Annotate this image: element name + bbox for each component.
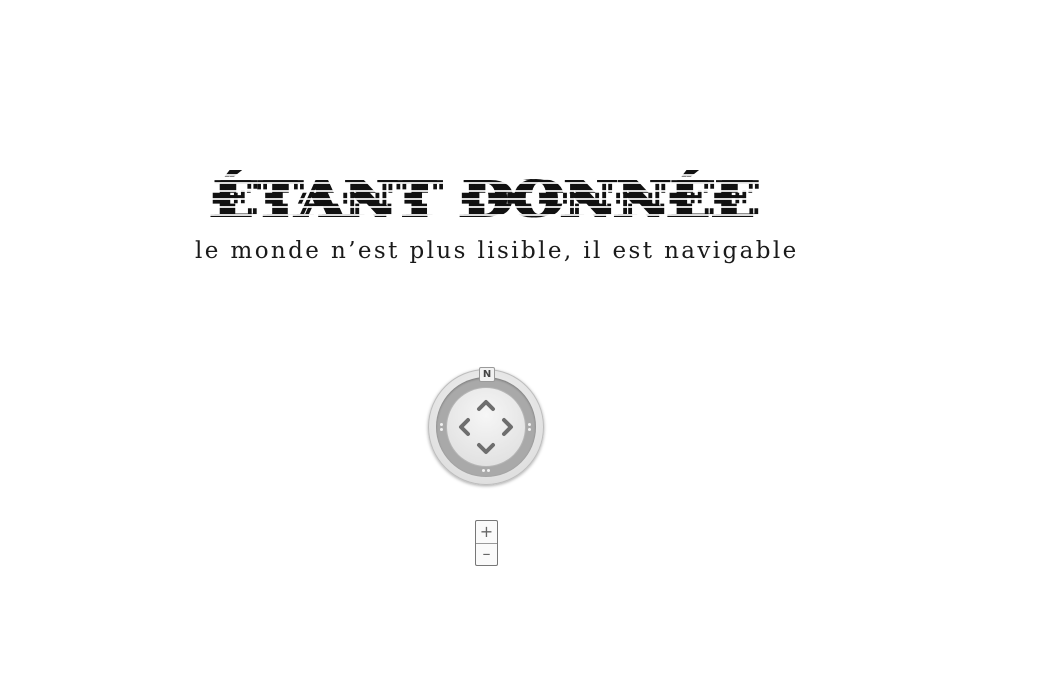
page-subtitle: le monde n’est plus lisible, il est navi… [195, 238, 799, 264]
zoom-in-button[interactable]: + [476, 521, 497, 544]
drag-handle-left-icon[interactable] [438, 423, 446, 431]
drag-handle-bottom-icon[interactable] [482, 467, 490, 475]
down-arrow-icon[interactable] [475, 438, 497, 460]
up-arrow-icon[interactable] [475, 394, 497, 416]
right-arrow-icon[interactable] [497, 416, 519, 438]
page-title: ÉTANT DONNÉE ÉTANT DONNÉE ÉTANT DONNÉE É… [195, 160, 775, 240]
drag-handle-right-icon[interactable] [526, 423, 534, 431]
zoom-out-button[interactable]: – [476, 543, 497, 565]
compass-north-button[interactable]: N [479, 367, 495, 382]
page: ÉTANT DONNÉE ÉTANT DONNÉE ÉTANT DONNÉE É… [0, 0, 1047, 682]
left-arrow-icon[interactable] [453, 416, 475, 438]
pan-control[interactable]: N [426, 367, 546, 487]
zoom-control: + – [475, 520, 498, 566]
